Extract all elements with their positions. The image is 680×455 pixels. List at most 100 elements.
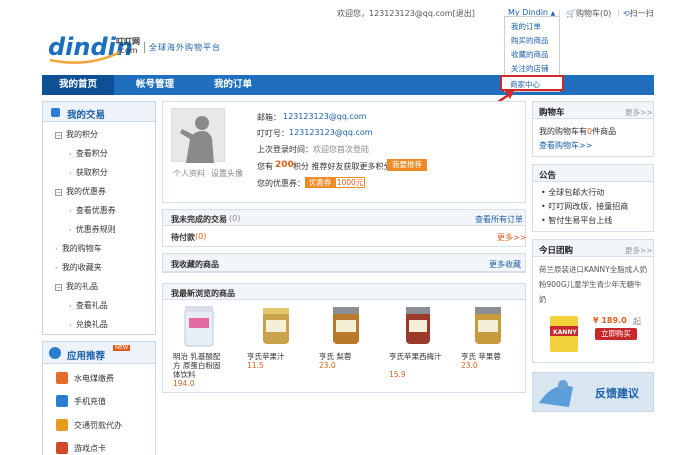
- product-name[interactable]: 亨氏 梨蓉: [319, 352, 351, 361]
- tree-gifts[interactable]: − 我的礼品: [55, 281, 98, 292]
- profile-link[interactable]: 个人资料: [173, 168, 205, 179]
- cart-link[interactable]: 🛒购物车(0): [566, 8, 611, 19]
- chevron-right-icon: ›: [55, 245, 58, 253]
- new-badge: NEW: [113, 345, 131, 351]
- email-label: 邮箱：: [257, 113, 281, 122]
- product-image[interactable]: [321, 304, 371, 346]
- collapse-icon: −: [55, 284, 62, 291]
- notice-item[interactable]: • 全球包邮大行动: [541, 187, 604, 198]
- chevron-right-icon: ›: [69, 169, 72, 177]
- logo-slogan: 全球海外购物平台: [144, 42, 221, 53]
- product-image[interactable]: [463, 304, 513, 346]
- recommend-button[interactable]: 我要推荐: [387, 159, 427, 171]
- feedback-banner[interactable]: 反馈建议: [532, 372, 654, 412]
- group-buy-more-link[interactable]: 更多>>: [625, 245, 653, 256]
- group-buy-desc[interactable]: 荷兰原装进口KANNY全脂成人奶粉900G儿童学生青少年无糖牛奶: [539, 262, 649, 307]
- dropdown-purchased[interactable]: 购买的商品: [511, 35, 549, 46]
- avatar[interactable]: [171, 108, 225, 163]
- sidebar-apps-title: 应用推荐: [67, 351, 106, 362]
- product-name[interactable]: 明治 乳基酸配方 原蛋白粉固体饮料: [173, 352, 225, 379]
- tree-coupon-rules[interactable]: › 优惠券规则: [69, 224, 116, 235]
- welcome-text[interactable]: 欢迎您，123123123@qq.com[退出]: [337, 8, 475, 19]
- divider: |: [617, 8, 620, 17]
- cart-box-title: 购物车: [539, 108, 565, 118]
- notice-item[interactable]: • 叮叮网改版，接童招商: [541, 201, 628, 212]
- tree-get-points[interactable]: › 获取积分: [69, 167, 108, 178]
- product-name[interactable]: 亨氏苹果西梅汁: [389, 352, 449, 361]
- cart-summary: 我的购物车有0件商品: [539, 127, 617, 136]
- group-buy-product-image[interactable]: KANNY: [547, 312, 581, 354]
- pending-more-link[interactable]: 更多>>: [497, 232, 526, 243]
- sidebar-trade-title: 我的交易: [67, 110, 106, 121]
- group-buy-unit: 起: [633, 317, 641, 326]
- dropdown-favorites[interactable]: 收藏的商品: [511, 49, 549, 60]
- app-game-card[interactable]: 游戏点卡: [74, 443, 106, 454]
- product-image[interactable]: [175, 304, 225, 347]
- nav-orders[interactable]: 我的订单: [214, 75, 252, 95]
- notice-item[interactable]: • 智付生易平台上线: [541, 215, 612, 226]
- points-value: 200: [275, 160, 294, 170]
- tree-view-coupons[interactable]: › 查看优惠券: [69, 205, 116, 216]
- set-avatar-link[interactable]: 设置头像: [211, 168, 243, 179]
- favorites-title: 我收藏的商品: [171, 260, 219, 269]
- group-buy-price: ¥ 189.0: [593, 316, 627, 325]
- last-login-value: 欢迎您首次登陆: [313, 145, 369, 154]
- scan-link[interactable]: ⟲扫一扫: [623, 8, 654, 19]
- coupon-badge: 优惠券: [305, 177, 335, 188]
- product-image[interactable]: [393, 304, 443, 346]
- user-silhouette-icon: [180, 116, 214, 163]
- view-cart-link[interactable]: 查看购物车>>: [539, 140, 592, 151]
- coupon-value: 1000元: [335, 177, 365, 188]
- nav-account[interactable]: 帐号管理: [136, 75, 174, 95]
- chevron-right-icon: ›: [69, 302, 72, 310]
- product-name[interactable]: 亨氏 苹果蓉: [461, 352, 501, 361]
- product-name[interactable]: 亨氏苹果汁: [247, 352, 285, 361]
- dindin-id-value: 123123123@qq.com: [289, 128, 373, 137]
- cart-more-link[interactable]: 更多>>: [625, 107, 653, 118]
- profile-panel: 个人资料 设置头像 邮箱： 123123123@qq.com 叮叮号： 1231…: [162, 101, 526, 203]
- points-prefix: 您有: [257, 162, 273, 171]
- view-all-orders-link[interactable]: 查看所有订单: [475, 214, 523, 225]
- buy-now-button[interactable]: 立即购买: [595, 328, 637, 340]
- coupon-label: 您的优惠券：: [257, 179, 305, 188]
- cart-box: 购物车 更多>> 我的购物车有0件商品 查看购物车>>: [532, 101, 654, 157]
- logo-domain: .com: [118, 46, 138, 55]
- collapse-icon: −: [55, 189, 62, 196]
- feedback-label: 反馈建议: [595, 387, 639, 400]
- apps-icon: [49, 347, 61, 359]
- app-traffic-fine[interactable]: 交通罚款代办: [74, 420, 122, 431]
- last-login-label: 上次登录时间：: [257, 145, 313, 154]
- tree-points[interactable]: − 我的积分: [55, 129, 98, 140]
- site-logo[interactable]: dindin 叮叮网 .com 全球海外购物平台: [48, 30, 248, 70]
- utility-icon: [56, 372, 68, 384]
- chevron-right-icon: ›: [69, 226, 72, 234]
- nav-home[interactable]: 我的首页: [42, 75, 114, 95]
- dropdown-followed-shops[interactable]: 关注的店铺: [511, 63, 549, 74]
- notice-box: 公告 • 全球包邮大行动 • 叮叮网改版，接童招商 • 智付生易平台上线: [532, 164, 654, 232]
- tree-view-gifts[interactable]: › 查看礼品: [69, 300, 108, 311]
- product-image[interactable]: [251, 304, 301, 346]
- product-price: 23.0: [319, 361, 336, 370]
- notice-title: 公告: [539, 171, 557, 181]
- chevron-right-icon: ›: [55, 264, 58, 272]
- traffic-icon: [56, 419, 68, 431]
- tree-view-points[interactable]: › 查看积分: [69, 148, 108, 159]
- trade-icon: [51, 108, 60, 117]
- cart-icon: 🛒: [566, 9, 576, 18]
- tree-redeem-gifts[interactable]: › 兑换礼品: [69, 319, 108, 330]
- group-buy-title: 今日团购: [539, 246, 574, 256]
- unfinished-orders-count: (0): [229, 214, 241, 223]
- dropdown-orders[interactable]: 我的订单: [511, 21, 541, 32]
- tree-coupons[interactable]: − 我的优惠券: [55, 186, 106, 197]
- app-utility[interactable]: 水电煤缴费: [74, 373, 114, 384]
- tree-favorites[interactable]: › 我的收藏夹: [55, 262, 102, 273]
- tree-cart[interactable]: › 我的购物车: [55, 243, 102, 254]
- favorites-more-link[interactable]: 更多收藏: [489, 259, 521, 270]
- app-phone-topup[interactable]: 手机充值: [74, 396, 106, 407]
- recent-panel: 我最新浏览的商品 明治 乳基酸配方 原蛋白粉固体饮料 194.0 亨氏苹果汁 1…: [162, 283, 526, 393]
- dindin-id-label: 叮叮号：: [257, 129, 289, 138]
- recent-title: 我最新浏览的商品: [171, 289, 235, 298]
- qr-icon: ⟲: [623, 9, 630, 18]
- pending-payment-label: 待付款: [171, 233, 195, 242]
- chevron-right-icon: ›: [69, 150, 72, 158]
